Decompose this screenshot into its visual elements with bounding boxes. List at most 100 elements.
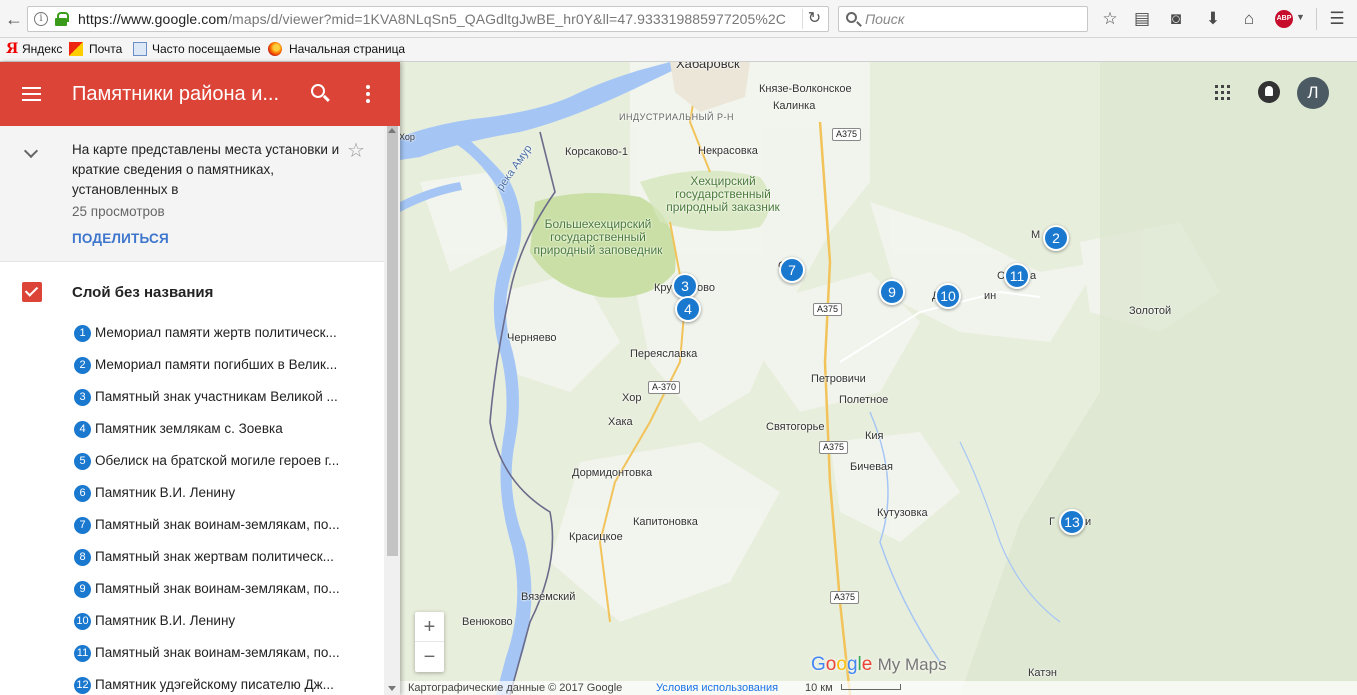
- layer-title[interactable]: Слой без названия: [72, 284, 213, 301]
- list-item[interactable]: 10 Памятник В.И. Ленину: [0, 605, 384, 637]
- firefox-icon: [268, 42, 282, 56]
- bookmark-star-icon[interactable]: ☆: [1099, 8, 1121, 30]
- list-item-label: Памятный знак воинам-землякам, по...: [95, 581, 340, 596]
- list-item-label: Мемориал памяти жертв политическ...: [95, 325, 337, 340]
- search-icon[interactable]: [311, 84, 325, 98]
- list-item-label: Памятный знак жертвам политическ...: [95, 549, 334, 564]
- download-icon[interactable]: ⬇: [1202, 8, 1224, 30]
- scale-bar: [841, 684, 901, 690]
- side-panel: Памятники района и... На карте представл…: [0, 62, 400, 695]
- placemark-pin-icon: 6: [74, 485, 91, 502]
- road-shield-a375: А375: [813, 303, 843, 316]
- google-my-maps-logo: Google My Maps: [811, 654, 947, 675]
- hamburger-menu-icon[interactable]: [22, 87, 41, 101]
- list-item[interactable]: 8 Памятный знак жертвам политическ...: [0, 541, 384, 573]
- placemark-pin-icon: 9: [74, 581, 91, 598]
- bookmark-most-visited[interactable]: Часто посещаемые: [152, 42, 261, 56]
- back-arrow-icon[interactable]: ←: [4, 9, 24, 29]
- scroll-up-arrow-icon[interactable]: [388, 128, 396, 133]
- list-item[interactable]: 1 Мемориал памяти жертв политическ...: [0, 317, 384, 349]
- map-label-khor-small: Хор: [400, 132, 415, 142]
- list-item[interactable]: 5 Обелиск на братской могиле героев г...: [0, 445, 384, 477]
- map-label-g: Г: [1049, 516, 1055, 528]
- placemark-pin-icon: 10: [74, 613, 91, 630]
- scroll-down-arrow-icon[interactable]: [388, 686, 396, 691]
- placemark-pin-icon: 11: [74, 645, 91, 662]
- panel-scrollbar[interactable]: [384, 126, 400, 695]
- share-button[interactable]: ПОДЕЛИТЬСЯ: [72, 231, 169, 246]
- list-item-label: Памятник В.И. Ленину: [95, 613, 236, 628]
- list-item[interactable]: 11 Памятный знак воинам-землякам, по...: [0, 637, 384, 669]
- more-vert-icon[interactable]: [366, 85, 370, 103]
- map-label-khaka: Хака: [608, 416, 633, 428]
- zoom-out-button[interactable]: −: [415, 642, 444, 672]
- list-item[interactable]: 6 Памятник В.И. Ленину: [0, 477, 384, 509]
- url-bar[interactable]: i https://www.google.com/maps/d/viewer?m…: [27, 6, 829, 32]
- menu-icon[interactable]: ☰: [1326, 8, 1348, 30]
- list-item-label: Памятник землякам с. Зоевка: [95, 421, 283, 436]
- map-label-petrovichi: Петровичи: [811, 373, 866, 385]
- list-item[interactable]: 12 Памятник удэгейскому писателю Дж...: [0, 669, 384, 695]
- placemark-pin-icon: 7: [74, 517, 91, 534]
- map-label-zolotoy: Золотой: [1129, 305, 1172, 317]
- bookmarks-bar: Я Яндекс Почта Часто посещаемые Начальна…: [0, 38, 1357, 62]
- map-label-kapitonovka: Капитоновка: [633, 516, 698, 528]
- map-canvas[interactable]: Хабаровск Князе-Волконское Калинка ИНДУС…: [400, 62, 1357, 695]
- reload-icon[interactable]: ↻: [802, 9, 822, 29]
- bookmark-yandex[interactable]: Яндекс: [22, 42, 62, 56]
- home-icon[interactable]: ⌂: [1238, 8, 1260, 30]
- map-label-kutuzovka: Кутузовка: [877, 507, 928, 519]
- adblock-dropdown-icon[interactable]: ▼: [1296, 12, 1305, 22]
- list-item[interactable]: 2 Мемориал памяти погибших в Велик...: [0, 349, 384, 381]
- map-pin[interactable]: 13: [1059, 509, 1085, 535]
- list-item-label: Памятный знак воинам-землякам, по...: [95, 645, 340, 660]
- list-item[interactable]: 4 Памятник землякам с. Зоевка: [0, 413, 384, 445]
- list-item-label: Мемориал памяти погибших в Велик...: [95, 357, 338, 372]
- map-label-bichevaya: Бичевая: [850, 461, 894, 473]
- map-pin[interactable]: 7: [779, 257, 805, 283]
- scale-label[interactable]: 10 км: [805, 682, 833, 694]
- map-label-khor: Хор: [622, 392, 642, 404]
- star-icon[interactable]: ☆: [347, 138, 365, 163]
- bookmark-start-page[interactable]: Начальная страница: [289, 42, 405, 56]
- chevron-down-icon[interactable]: [23, 143, 39, 159]
- yandex-icon: Я: [6, 41, 19, 57]
- map-label-knyaze-volkonskoe: Князе-Волконское: [759, 83, 852, 95]
- apps-grid-icon[interactable]: [1215, 85, 1230, 100]
- layer-checkbox[interactable]: [22, 282, 42, 302]
- adblock-icon[interactable]: ABP: [1275, 10, 1293, 28]
- list-item[interactable]: 9 Памятный знак воинам-землякам, по...: [0, 573, 384, 605]
- map-label-industrial-district: ИНДУСТРИАЛЬНЫЙ Р-Н: [619, 112, 735, 122]
- notifications-icon[interactable]: [1258, 81, 1280, 103]
- list-item-label: Памятный знак воинам-землякам, по...: [95, 517, 340, 532]
- map-pin[interactable]: 4: [675, 296, 701, 322]
- map-label-dormidontovka: Дормидонтовка: [572, 467, 653, 479]
- map-title: Памятники района и...: [72, 83, 280, 105]
- road-shield-a375: А375: [819, 441, 849, 454]
- zoom-control: + −: [415, 612, 444, 672]
- search-icon: [846, 12, 857, 23]
- map-label-in: ин: [984, 290, 997, 302]
- browser-toolbar: ← i https://www.google.com/maps/d/viewer…: [0, 0, 1357, 38]
- terms-link[interactable]: Условия использования: [656, 682, 778, 694]
- map-label-chernyaevo: Черняево: [507, 332, 557, 344]
- pocket-icon[interactable]: ◙: [1165, 8, 1187, 30]
- map-pin[interactable]: 11: [1004, 263, 1030, 289]
- scroll-thumb[interactable]: [387, 126, 398, 556]
- map-pin[interactable]: 2: [1043, 225, 1069, 251]
- url-text[interactable]: https://www.google.com/maps/d/viewer?mid…: [78, 11, 786, 27]
- zoom-in-button[interactable]: +: [415, 612, 444, 642]
- list-item[interactable]: 7 Памятный знак воинам-землякам, по...: [0, 509, 384, 541]
- reading-list-icon[interactable]: ▤: [1131, 8, 1153, 30]
- road-shield-a370: А-370: [648, 381, 681, 394]
- map-label-a: а: [1030, 270, 1037, 282]
- bookmark-mail[interactable]: Почта: [89, 42, 122, 56]
- info-icon[interactable]: i: [34, 12, 48, 26]
- placemark-pin-icon: 12: [74, 677, 91, 694]
- map-pin[interactable]: 10: [935, 283, 961, 309]
- map-pin[interactable]: 3: [672, 273, 698, 299]
- browser-search-input[interactable]: Поиск: [838, 6, 1088, 32]
- list-item[interactable]: 3 Памятный знак участникам Великой ...: [0, 381, 384, 413]
- map-pin[interactable]: 9: [879, 279, 905, 305]
- avatar[interactable]: Л: [1297, 77, 1329, 109]
